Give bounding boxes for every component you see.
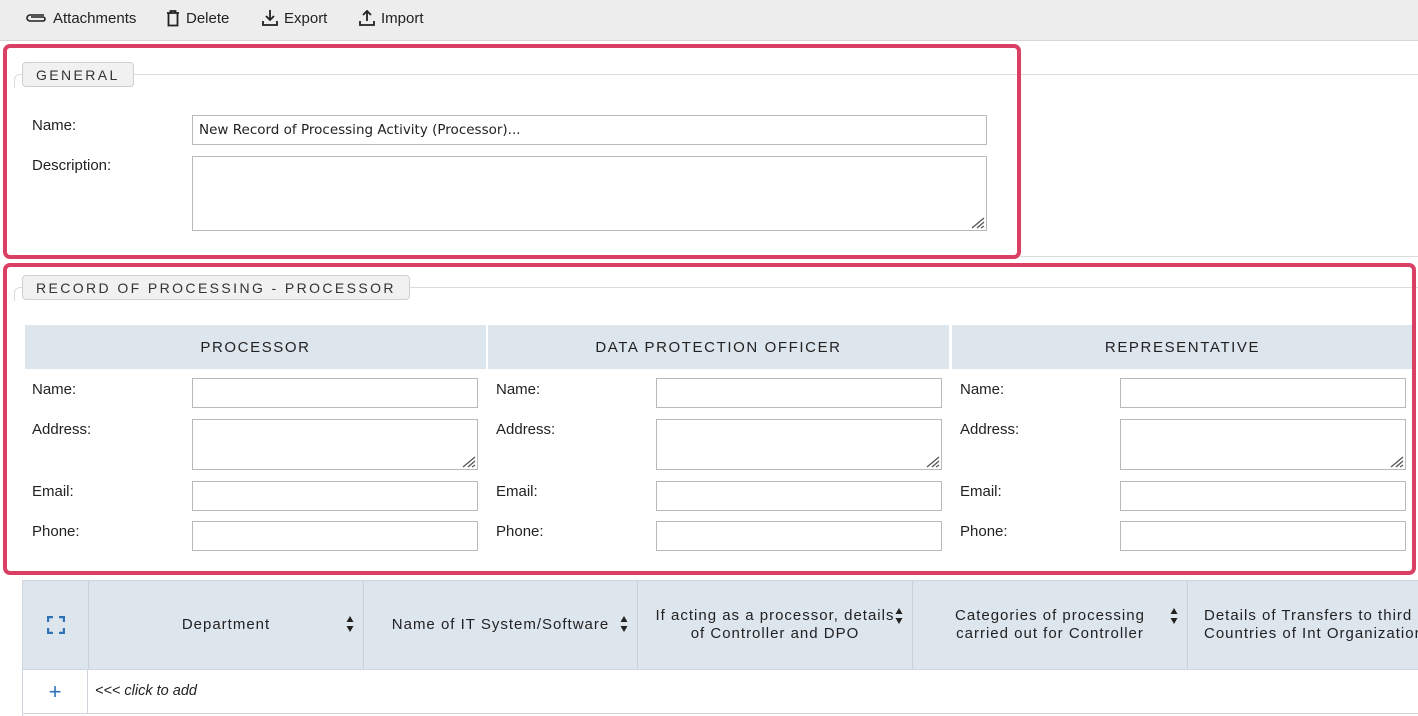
record-group-border [390, 287, 1418, 288]
representative-column-header: REPRESENTATIVE [952, 325, 1413, 369]
general-legend: GENERAL [22, 62, 134, 87]
it-system-column-header[interactable]: Name of IT System/Software [364, 581, 638, 669]
dpo-address-textarea[interactable] [656, 419, 942, 470]
download-icon [262, 10, 278, 26]
processor-email-label: Email: [32, 483, 74, 500]
add-row-button[interactable]: + [23, 670, 88, 713]
delete-button[interactable]: Delete [165, 8, 229, 28]
import-label: Import [381, 9, 424, 27]
dpo-name-label: Name: [496, 381, 541, 398]
processing-categories-column-header[interactable]: Categories of processing carried out for… [913, 581, 1188, 669]
name-label: Name: [32, 117, 77, 134]
representative-address-textarea[interactable] [1120, 419, 1406, 470]
general-group-bottom [1020, 256, 1418, 257]
resize-grip-icon[interactable] [458, 454, 476, 468]
dpo-phone-label: Phone: [496, 523, 544, 540]
sort-icon[interactable] [895, 607, 903, 625]
upload-icon [359, 9, 375, 26]
controller-details-header-label: If acting as a processor, details of Con… [655, 607, 895, 642]
resize-grip-icon[interactable] [1386, 454, 1404, 468]
dpo-email-input[interactable] [656, 481, 942, 511]
import-button[interactable]: Import [358, 8, 424, 28]
export-button[interactable]: Export [261, 8, 327, 28]
department-header-label: Department [181, 616, 271, 633]
expand-column-header[interactable] [23, 581, 89, 669]
description-textarea[interactable] [192, 156, 987, 231]
representative-name-label: Name: [960, 381, 1005, 398]
processor-name-label: Name: [32, 381, 77, 398]
representative-name-input[interactable] [1120, 378, 1406, 408]
processor-phone-input[interactable] [192, 521, 478, 551]
it-system-header-label: Name of IT System/Software [391, 616, 610, 633]
representative-email-input[interactable] [1120, 481, 1406, 511]
dpo-name-input[interactable] [656, 378, 942, 408]
dpo-address-label: Address: [496, 421, 556, 438]
department-column-header[interactable]: Department [89, 581, 364, 669]
plus-icon[interactable]: + [49, 679, 62, 705]
description-label: Description: [32, 157, 112, 174]
transfers-header-label: Details of Transfers to third Countries … [1204, 607, 1418, 642]
general-group-border [128, 74, 1418, 75]
transfers-column-header[interactable]: Details of Transfers to third Countries … [1188, 581, 1418, 669]
controller-details-column-header[interactable]: If acting as a processor, details of Con… [638, 581, 913, 669]
processor-phone-label: Phone: [32, 523, 80, 540]
paperclip-icon [26, 14, 46, 22]
representative-phone-input[interactable] [1120, 521, 1406, 551]
processing-categories-header-label: Categories of processing carried out for… [955, 607, 1145, 642]
sort-icon[interactable] [346, 615, 354, 633]
expand-icon[interactable] [46, 616, 65, 634]
representative-email-label: Email: [960, 483, 1002, 500]
record-legend: RECORD OF PROCESSING - PROCESSOR [22, 275, 410, 300]
processor-email-input[interactable] [192, 481, 478, 511]
dpo-phone-input[interactable] [656, 521, 942, 551]
processor-name-input[interactable] [192, 378, 478, 408]
resize-grip-icon[interactable] [967, 215, 985, 229]
sort-icon[interactable] [1170, 607, 1178, 625]
processing-activities-table: Department Name of IT System/Software If… [22, 580, 1418, 716]
attachments-label: Attachments [53, 9, 137, 27]
representative-address-label: Address: [960, 421, 1020, 438]
sort-icon[interactable] [620, 615, 628, 633]
representative-phone-label: Phone: [960, 523, 1008, 540]
attachments-button[interactable]: Attachments [24, 8, 136, 28]
name-input[interactable]: New Record of Processing Activity (Proce… [192, 115, 987, 145]
trash-icon [167, 10, 179, 27]
resize-grip-icon[interactable] [922, 454, 940, 468]
export-label: Export [284, 9, 328, 27]
table-add-row: + <<< click to add [23, 669, 1418, 714]
delete-label: Delete [186, 9, 230, 27]
toolbar: Attachments Delete Export Import [0, 0, 1418, 41]
dpo-email-label: Email: [496, 483, 538, 500]
dpo-column-header: DATA PROTECTION OFFICER [488, 325, 949, 369]
add-row-hint: <<< click to add [95, 683, 197, 699]
processor-column-header: PROCESSOR [25, 325, 486, 369]
processor-address-textarea[interactable] [192, 419, 478, 470]
processor-address-label: Address: [32, 421, 92, 438]
